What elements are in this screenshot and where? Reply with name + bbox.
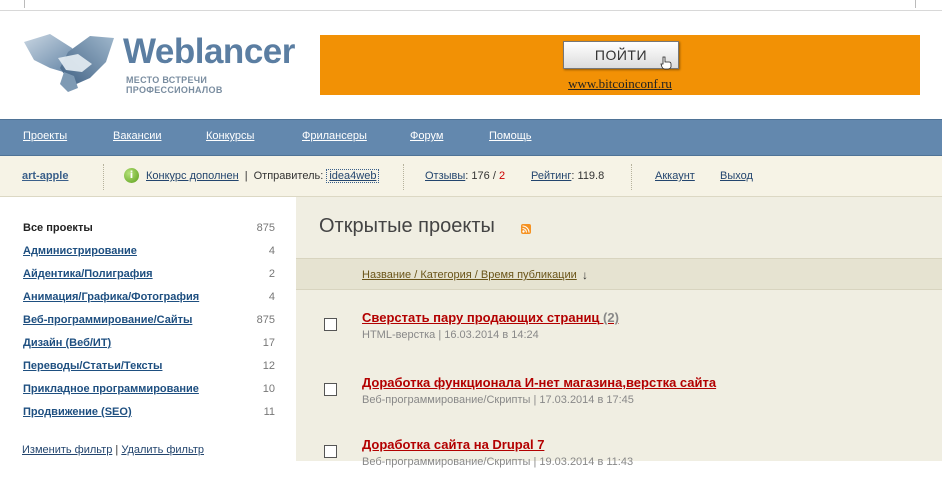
- category-name: Веб-программирование/Сайты: [23, 314, 193, 326]
- category-item[interactable]: Дизайн (Веб/ИТ) 17: [23, 337, 275, 353]
- divider: [403, 164, 404, 190]
- category-count: 875: [256, 314, 275, 326]
- project-meta: Веб-программирование/Скрипты | 17.03.201…: [362, 394, 634, 406]
- account-link[interactable]: Аккаунт: [655, 170, 695, 182]
- rating-link[interactable]: Рейтинг: [531, 170, 571, 182]
- category-item[interactable]: Прикладное программирование 10: [23, 383, 275, 399]
- project-title-link[interactable]: Доработка сайта на Drupal 7: [362, 437, 544, 452]
- project-meta: HTML-верстка | 16.03.2014 в 14:24: [362, 329, 539, 341]
- filter-controls: Изменить фильтр | Удалить фильтр: [22, 444, 204, 456]
- sort-link[interactable]: Название / Категория / Время публикации: [362, 269, 577, 281]
- project-row: Сверстать пару продающих страниц (2) HTM…: [296, 305, 942, 367]
- project-row: Доработка функционала И-нет магазина,вер…: [296, 370, 942, 432]
- project-row: Доработка сайта на Drupal 7 Веб-программ…: [296, 432, 942, 494]
- category-count: 2: [268, 268, 275, 280]
- logout-link[interactable]: Выход: [720, 170, 753, 182]
- nav-item-projects[interactable]: Проекты: [23, 130, 67, 142]
- sort-arrow-icon[interactable]: ↓: [582, 268, 588, 282]
- project-checkbox[interactable]: [324, 383, 337, 396]
- username-link[interactable]: art-apple: [22, 170, 68, 182]
- reviews-group: Отзывы: 176 / 2: [425, 170, 506, 182]
- project-title-link[interactable]: Доработка функционала И-нет магазина,вер…: [362, 375, 716, 390]
- hand-cursor-icon: [660, 56, 672, 70]
- nav-item-forum[interactable]: Форум: [410, 130, 443, 142]
- project-title: Сверстать пару продающих страниц: [362, 310, 600, 325]
- contest-updated-link[interactable]: Конкурс дополнен: [146, 170, 239, 182]
- category-count: 11: [263, 406, 275, 418]
- delete-filter-link[interactable]: Удалить фильтр: [121, 444, 204, 456]
- category-item[interactable]: Переводы/Статьи/Тексты 12: [23, 360, 275, 376]
- sender-link[interactable]: idea4web: [326, 169, 380, 183]
- divider: [103, 164, 104, 190]
- page-title: Открытые проекты: [319, 215, 495, 237]
- change-filter-link[interactable]: Изменить фильтр: [22, 444, 112, 456]
- project-bid-count: (2): [603, 310, 619, 325]
- project-title: Доработка функционала И-нет магазина,вер…: [362, 375, 717, 390]
- category-name: Переводы/Статьи/Тексты: [23, 360, 163, 372]
- rating-group: Рейтинг: 119.8: [531, 170, 605, 182]
- category-item[interactable]: Айдентика/Полиграфия 2: [23, 268, 275, 284]
- top-edge-tick: [24, 0, 25, 8]
- nav-item-help[interactable]: Помощь: [489, 130, 532, 142]
- category-name: Продвижение (SEO): [23, 406, 132, 418]
- banner-url[interactable]: www.bitcoinconf.ru: [320, 76, 920, 92]
- category-count: 875: [256, 222, 275, 234]
- category-name: Прикладное программирование: [23, 383, 199, 395]
- project-title: Доработка сайта на Drupal 7: [362, 437, 545, 452]
- category-name: Администрирование: [23, 245, 137, 257]
- filter-separator: |: [115, 444, 119, 456]
- notice-group: Конкурс дополнен | Отправитель: idea4web: [146, 169, 380, 183]
- reviews-separator: /: [492, 170, 496, 182]
- project-checkbox[interactable]: [324, 445, 337, 458]
- project-meta: Веб-программирование/Скрипты | 19.03.201…: [362, 456, 634, 468]
- ad-banner[interactable]: ПОЙТИ www.bitcoinconf.ru: [320, 35, 920, 95]
- check-icon: i: [124, 168, 139, 183]
- category-name: Все проекты: [23, 222, 93, 234]
- sender-label: Отправитель:: [253, 170, 324, 182]
- category-name: Анимация/Графика/Фотография: [23, 291, 200, 303]
- category-count: 4: [268, 291, 275, 303]
- weblancer-logo[interactable]: Weblancer МЕСТО ВСТРЕЧИ ПРОФЕССИОНАЛОВ: [20, 28, 295, 98]
- reviews-positive: 176: [471, 170, 490, 182]
- reviews-negative: 2: [498, 170, 506, 182]
- category-item[interactable]: Веб-программирование/Сайты 875: [23, 314, 275, 330]
- user-bar: art-apple i Конкурс дополнен | Отправите…: [0, 156, 942, 197]
- top-edge-tick: [915, 0, 916, 8]
- projects-panel: Открытые проекты Название / Категория / …: [296, 197, 942, 468]
- logo-wordmark: Weblancer: [123, 32, 295, 71]
- category-count: 17: [262, 337, 275, 349]
- rating-value: 119.8: [577, 170, 605, 182]
- sort-bar: Название / Категория / Время публикации …: [296, 258, 942, 290]
- category-count: 10: [262, 383, 275, 395]
- category-name: Дизайн (Веб/ИТ): [23, 337, 112, 349]
- divider: [631, 164, 632, 190]
- nav-item-contests[interactable]: Конкурсы: [206, 130, 254, 142]
- category-item[interactable]: Анимация/Графика/Фотография 4: [23, 291, 275, 307]
- handshake-icon: [24, 34, 114, 92]
- nav-item-freelancers[interactable]: Фрилансеры: [302, 130, 367, 142]
- category-count: 4: [268, 245, 275, 257]
- rss-icon[interactable]: [521, 224, 531, 234]
- category-item[interactable]: Продвижение (SEO) 11: [23, 406, 275, 422]
- category-item[interactable]: Все проекты 875: [23, 222, 275, 238]
- project-checkbox[interactable]: [324, 318, 337, 331]
- category-sidebar: Все проекты 875 Администрирование 4 Айдент…: [0, 197, 296, 461]
- reviews-link[interactable]: Отзывы: [425, 170, 465, 182]
- category-name: Айдентика/Полиграфия: [23, 268, 153, 280]
- logo-tagline: МЕСТО ВСТРЕЧИ ПРОФЕССИОНАЛОВ: [126, 75, 223, 95]
- category-item[interactable]: Администрирование 4: [23, 245, 275, 261]
- browser-top-edge: [0, 0, 942, 11]
- main-nav: Проекты Вакансии Конкурсы Фрилансеры Фор…: [0, 119, 942, 156]
- category-count: 12: [262, 360, 275, 372]
- project-title-link[interactable]: Сверстать пару продающих страниц (2): [362, 310, 619, 325]
- nav-item-vacancies[interactable]: Вакансии: [113, 130, 162, 142]
